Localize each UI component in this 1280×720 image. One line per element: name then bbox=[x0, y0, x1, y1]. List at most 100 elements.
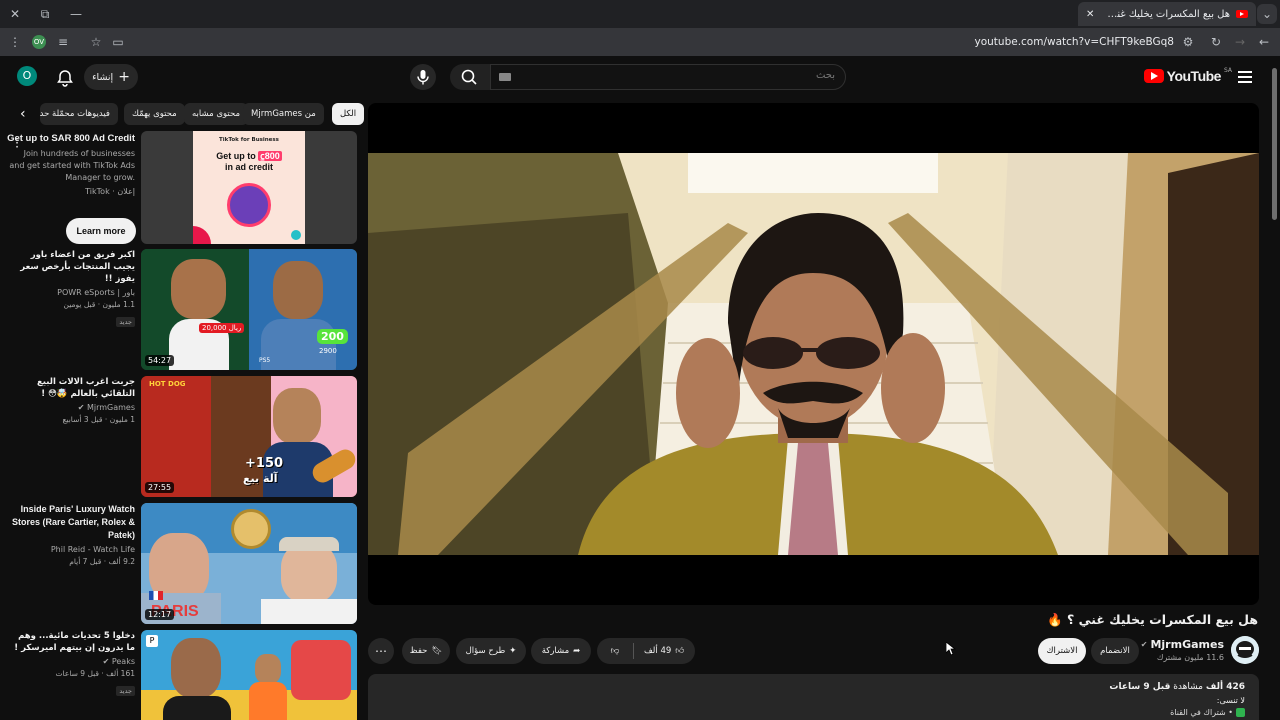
ad-body: Join hundreds of businesses and get star… bbox=[9, 149, 135, 182]
hamburger-menu-icon[interactable] bbox=[1236, 68, 1254, 84]
save-button[interactable]: 🔖︎ حفظ bbox=[402, 638, 450, 664]
video-title: Inside Paris' Luxury Watch Stores (Rare … bbox=[11, 504, 135, 540]
description-box[interactable]: 426 ألف مشاهدة قبل 9 ساعات لا تنسى: • شت… bbox=[368, 674, 1259, 720]
search-button[interactable] bbox=[450, 64, 490, 90]
new-badge: جديد bbox=[116, 317, 135, 327]
video-duration: 54:27 bbox=[145, 355, 175, 366]
ad-thumbnail[interactable]: TikTok for Business Get up to ⃀800 in ad… bbox=[141, 131, 357, 244]
like-dislike-group: 👎︎ 49 ألف 👍︎ bbox=[597, 638, 695, 664]
reload-button[interactable]: ↻ bbox=[1206, 32, 1226, 52]
video-player[interactable] bbox=[368, 103, 1259, 605]
ask-button[interactable]: ✦ طرح سؤال bbox=[456, 638, 526, 664]
description-stats: 426 ألف مشاهدة قبل 9 ساعات bbox=[1109, 682, 1245, 692]
youtube-header: O + إنشاء بحث YouTube SA bbox=[0, 56, 1280, 98]
account-avatar[interactable]: O bbox=[17, 66, 37, 86]
back-button[interactable]: ← bbox=[1254, 32, 1274, 52]
learn-more-button[interactable]: Learn more bbox=[66, 218, 136, 244]
video-title: جربت اغرب الالات البيع التلقائي بالعالم … bbox=[37, 377, 135, 399]
keyboard-icon[interactable] bbox=[499, 73, 511, 81]
sparkle-icon: ✦ bbox=[509, 646, 517, 656]
region-code: SA bbox=[1223, 66, 1232, 74]
site-settings-icon[interactable]: ⚙ bbox=[1178, 32, 1198, 52]
thumb-label-text: آلة بيع bbox=[243, 472, 278, 485]
chip-related[interactable]: محتوى مشابه bbox=[184, 103, 248, 125]
browser-address-bar: ⋮ OV ≡ ☆ ▭ youtube.com/watch?v=CHFT9keBG… bbox=[0, 28, 1280, 56]
thumb-price-badge: 200 bbox=[317, 329, 348, 344]
ad-thumb-line1: Get up to bbox=[216, 151, 256, 161]
verified-icon: ✔ bbox=[102, 657, 110, 666]
verified-icon: ✔ bbox=[1140, 640, 1148, 649]
video-thumbnail[interactable]: HOT DOG +150 آلة بيع 27:55 bbox=[141, 376, 357, 497]
peaks-logo-icon: P bbox=[146, 635, 158, 647]
like-count[interactable]: 49 ألف bbox=[634, 646, 671, 656]
reading-list-icon[interactable]: ≡ bbox=[53, 32, 73, 52]
related-video-4[interactable]: دخلوا 5 تحديات مائية... وهم ما يدرون إن … bbox=[0, 630, 360, 720]
bookmark-star-icon[interactable]: ☆ bbox=[86, 32, 106, 52]
share-button[interactable]: ➦ مشاركة bbox=[531, 638, 591, 664]
subscriber-count: 11.6 مليون مشترك bbox=[1156, 653, 1224, 662]
ad-sponsor: إعلان · TikTok bbox=[85, 187, 135, 196]
ad-title: Get up to SAR 800 Ad Credit bbox=[7, 133, 135, 144]
channel-name[interactable]: باور | POWR eSports bbox=[7, 288, 135, 297]
subscribe-button[interactable]: الاشتراك bbox=[1038, 638, 1086, 664]
channel-name[interactable]: Phil Reid - Watch Life bbox=[7, 545, 135, 554]
new-badge: جديد bbox=[116, 686, 135, 696]
sponsored-card[interactable]: · · · Get up to SAR 800 Ad Credit Join hun… bbox=[0, 131, 360, 246]
ad-creative: TikTok for Business Get up to ⃀800 in ad… bbox=[193, 131, 305, 244]
thumb-old-price: 2900 bbox=[319, 347, 337, 355]
video-frame[interactable] bbox=[368, 153, 1259, 555]
video-thumbnail[interactable]: 20,000 ريال 200 2900 PS5 54:27 bbox=[141, 249, 357, 370]
chip-for-you[interactable]: محتوى يهمّك bbox=[124, 103, 185, 125]
more-actions-button[interactable]: ⋯ bbox=[368, 638, 394, 664]
ad-person-circle bbox=[227, 183, 271, 227]
close-window-button[interactable]: ✕ bbox=[5, 4, 25, 24]
search-input[interactable]: بحث bbox=[490, 64, 846, 90]
scrollbar-thumb[interactable] bbox=[1272, 68, 1277, 220]
thumb-hotdog-text: HOT DOG bbox=[149, 380, 186, 388]
thumb-console-text: PS5 bbox=[259, 357, 271, 364]
close-tab-icon[interactable]: ✕ bbox=[1086, 9, 1094, 20]
cast-icon[interactable]: ▭ bbox=[108, 32, 128, 52]
like-icon[interactable]: 👍︎ bbox=[671, 646, 684, 656]
browser-tab-active[interactable]: هل بيع المكسرات يخليك غني ؟ 🔥 ✕ bbox=[1078, 2, 1256, 26]
related-video-1[interactable]: اكبر فريق من اعضاء باور يجيب المنتجات بأ… bbox=[0, 249, 360, 371]
thumb-count-text: +150 bbox=[245, 456, 284, 471]
logo-text: YouTube bbox=[1166, 68, 1222, 84]
forward-button[interactable]: → bbox=[1230, 32, 1250, 52]
create-button[interactable]: + إنشاء bbox=[84, 64, 138, 90]
tab-search-button[interactable]: ⌄ bbox=[1257, 4, 1277, 24]
chip-all[interactable]: الكل bbox=[332, 103, 365, 125]
channel-name[interactable]: MjrmGames ✔ bbox=[7, 403, 135, 412]
dislike-icon[interactable]: 👎︎ bbox=[597, 646, 633, 656]
channel-avatar[interactable] bbox=[1231, 636, 1259, 664]
youtube-favicon-icon bbox=[1236, 10, 1248, 18]
france-flag-icon bbox=[149, 591, 163, 600]
ad-thumb-line2: in ad credit bbox=[224, 162, 273, 172]
video-thumbnail[interactable]: PARIS 12:17 bbox=[141, 503, 357, 624]
video-stats: 161 ألف · قبل 9 ساعات bbox=[55, 669, 136, 678]
related-video-2[interactable]: جربت اغرب الالات البيع التلقائي بالعالم … bbox=[0, 376, 360, 498]
channel-name-main[interactable]: ✔ MjrmGames bbox=[1141, 638, 1224, 651]
description-line-subscribe: • شتراك في القناة bbox=[1170, 708, 1245, 717]
join-button[interactable]: الانضمام bbox=[1091, 638, 1139, 664]
ad-amount-badge: ⃀800 bbox=[258, 151, 282, 161]
video-title: اكبر فريق من اعضاء باور يجيب المنتجات بأ… bbox=[20, 250, 135, 284]
minimize-window-button[interactable]: — bbox=[66, 4, 86, 24]
profile-badge[interactable]: OV bbox=[32, 35, 46, 49]
channel-name[interactable]: Peaks ✔ bbox=[7, 657, 135, 666]
maximize-window-button[interactable]: ⧉ bbox=[35, 4, 55, 24]
notifications-bell-icon[interactable] bbox=[55, 68, 75, 88]
video-stats: 1 مليون · قبل 3 أسابيع bbox=[62, 415, 135, 424]
browser-menu-button[interactable]: ⋮ bbox=[5, 32, 25, 52]
voice-search-icon[interactable] bbox=[410, 64, 436, 90]
plus-icon: + bbox=[118, 69, 130, 85]
youtube-logo[interactable]: YouTube SA bbox=[1143, 66, 1232, 84]
share-icon: ➦ bbox=[573, 646, 581, 656]
filter-chips: فيديوهات محمّلة حديثًا محتوى يهمّك محتوى… bbox=[10, 103, 365, 125]
video-thumbnail[interactable]: P bbox=[141, 630, 357, 720]
chip-from-channel[interactable]: من MjrmGames bbox=[243, 103, 324, 125]
thumb-price-tag: 20,000 ريال bbox=[199, 323, 245, 333]
related-video-3[interactable]: Inside Paris' Luxury Watch Stores (Rare … bbox=[0, 503, 360, 625]
chip-recent[interactable]: فيديوهات محمّلة حديثًا bbox=[40, 103, 118, 125]
url-field[interactable]: youtube.com/watch?v=CHFT9keBGq8 bbox=[975, 36, 1175, 48]
